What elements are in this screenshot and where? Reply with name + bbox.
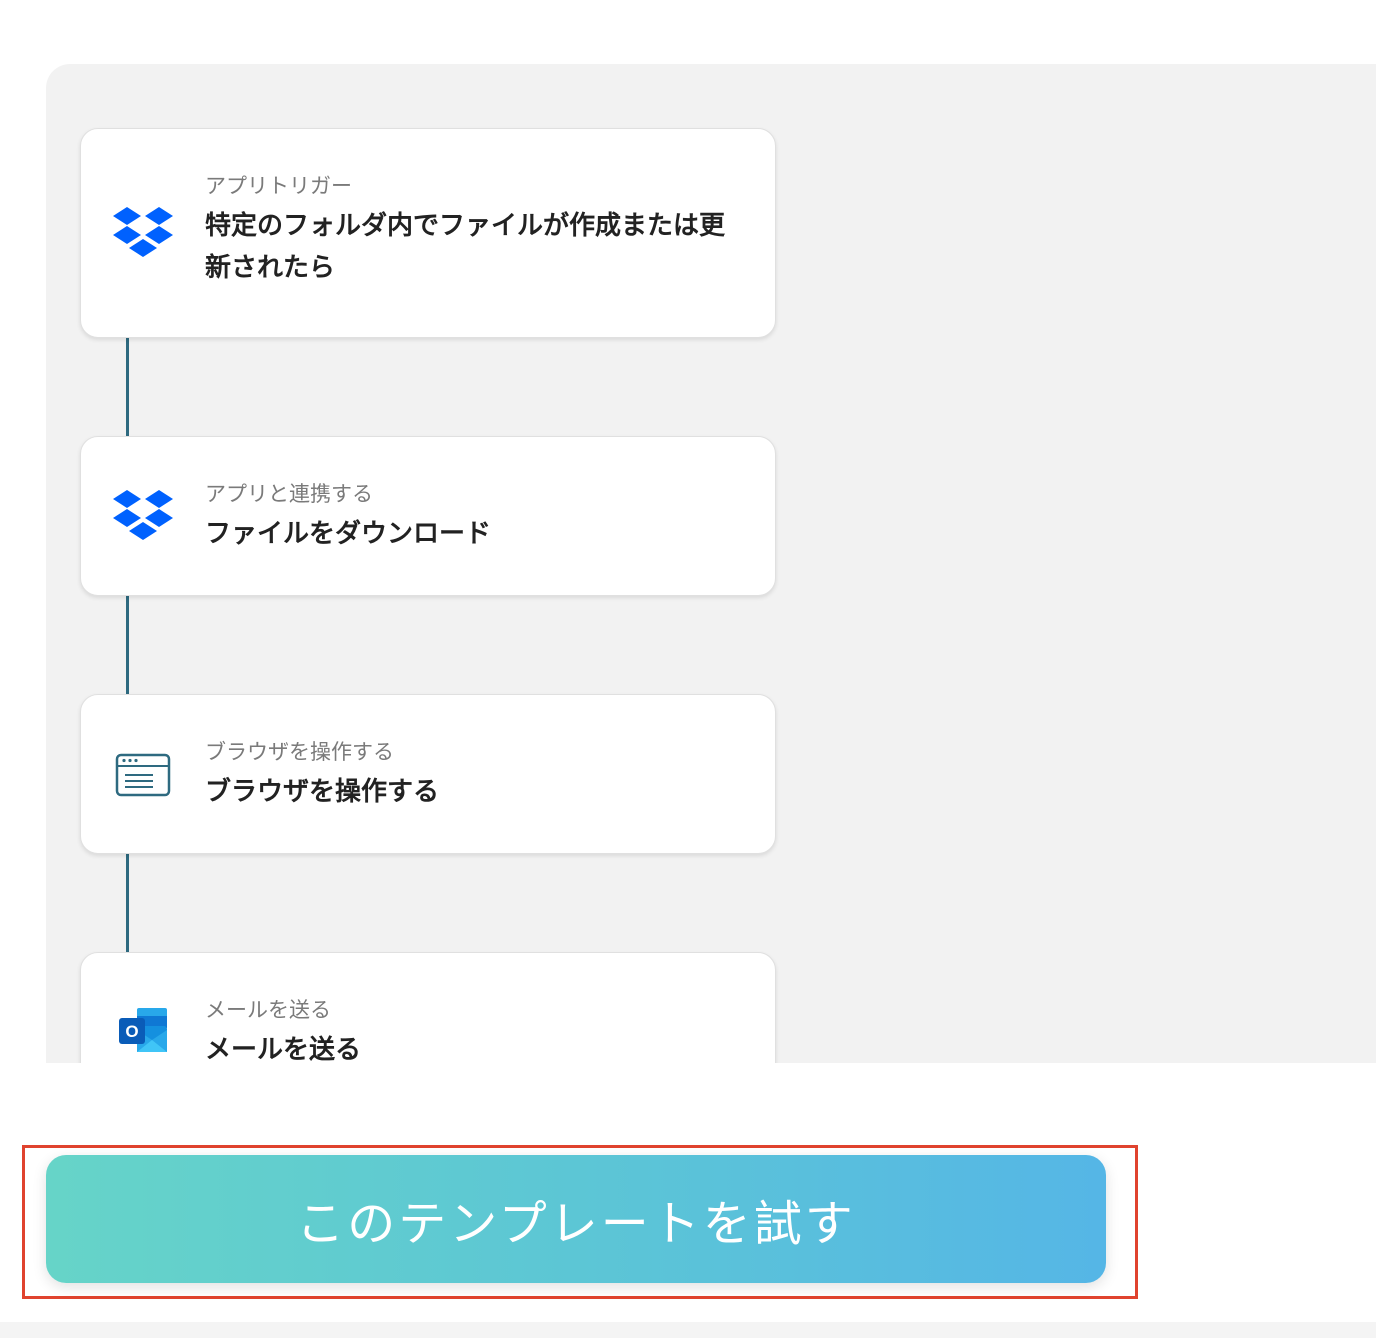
flow-connector bbox=[126, 338, 129, 436]
flow-step-browser[interactable]: ブラウザを操作する ブラウザを操作する bbox=[80, 694, 776, 854]
svg-text:O: O bbox=[125, 1022, 138, 1041]
step-title: 特定のフォルダ内でファイルが作成または更新されたら bbox=[205, 211, 726, 283]
try-template-button[interactable]: このテンプレートを試す bbox=[46, 1155, 1106, 1283]
step-type-label: アプリと連携する bbox=[205, 482, 373, 506]
flow-step-send-mail[interactable]: O メールを送る メールを送る bbox=[80, 952, 776, 1063]
step-type-label: ブラウザを操作する bbox=[205, 740, 394, 764]
dropbox-icon bbox=[111, 202, 175, 266]
outlook-icon: O bbox=[111, 999, 175, 1063]
flow-connector bbox=[126, 596, 129, 694]
step-type-label: メールを送る bbox=[205, 998, 331, 1022]
step-title: ブラウザを操作する bbox=[205, 777, 440, 807]
flow-connector bbox=[126, 854, 129, 952]
dropbox-icon bbox=[111, 485, 175, 549]
step-type-label: アプリトリガー bbox=[205, 174, 352, 198]
flow-step-trigger[interactable]: アプリトリガー 特定のフォルダ内でファイルが作成または更新されたら bbox=[80, 128, 776, 338]
browser-icon bbox=[111, 743, 175, 807]
bottom-strip bbox=[0, 1322, 1376, 1338]
step-title: メールを送る bbox=[205, 1035, 362, 1063]
step-title: ファイルをダウンロード bbox=[205, 519, 492, 549]
flow-panel: アプリトリガー 特定のフォルダ内でファイルが作成または更新されたら アプリと連携… bbox=[46, 64, 1376, 1063]
flow-step-download[interactable]: アプリと連携する ファイルをダウンロード bbox=[80, 436, 776, 596]
